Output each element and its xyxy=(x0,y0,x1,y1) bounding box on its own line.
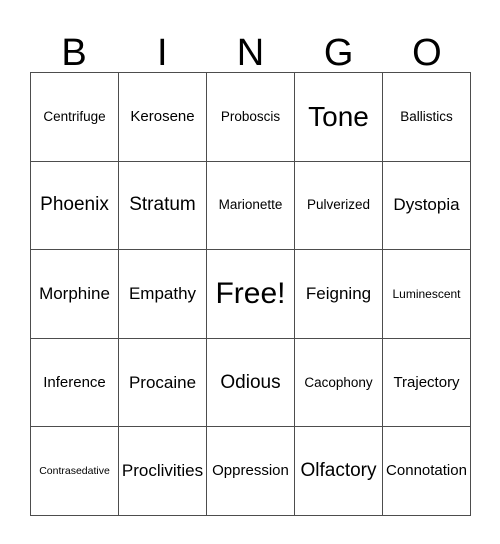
bingo-cell[interactable]: Olfactory xyxy=(295,427,383,516)
bingo-cell[interactable]: Oppression xyxy=(207,427,295,516)
bingo-cell-label: Oppression xyxy=(212,462,289,480)
bingo-cell[interactable]: Cacophony xyxy=(295,338,383,428)
bingo-cell-free[interactable]: Free! xyxy=(207,250,295,339)
bingo-cell-label: Connotation xyxy=(386,462,467,480)
bingo-cell-label: Contrasedative xyxy=(39,464,110,477)
bingo-cell[interactable]: Marionette xyxy=(207,161,295,251)
bingo-cell-label: Procaine xyxy=(128,372,197,392)
bingo-cell-label: Free! xyxy=(215,277,286,311)
bingo-cell-label: Olfactory xyxy=(300,460,377,482)
bingo-cell-label: Inference xyxy=(43,373,106,391)
bingo-cell-label: Tone xyxy=(308,101,369,133)
bingo-cell[interactable]: Pulverized xyxy=(295,161,383,251)
bingo-header-letter-b: B xyxy=(61,32,87,74)
bingo-cell[interactable]: Trajectory xyxy=(383,338,471,428)
bingo-cell-label: Dystopia xyxy=(393,195,460,215)
bingo-cell[interactable]: Phoenix xyxy=(31,161,119,251)
bingo-card: B I N G O Centrifuge Kerosene Proboscis Ton… xyxy=(0,0,500,544)
bingo-header-letter-n: N xyxy=(236,32,265,74)
bingo-cell[interactable]: Tone xyxy=(295,73,383,162)
bingo-cell-label: Luminescent xyxy=(392,286,461,301)
bingo-cell[interactable]: Feigning xyxy=(295,250,383,339)
bingo-cell[interactable]: Inference xyxy=(31,338,119,428)
bingo-cell-label: Stratum xyxy=(129,194,196,216)
bingo-cell-label: Phoenix xyxy=(40,194,109,216)
bingo-header-letter-g: G xyxy=(323,32,354,74)
bingo-cell-label: Cacophony xyxy=(304,374,373,390)
bingo-cell-label: Feigning xyxy=(305,284,372,304)
bingo-cell[interactable]: Empathy xyxy=(119,250,207,339)
bingo-header-row: B I N G O xyxy=(30,14,471,72)
bingo-cell[interactable]: Stratum xyxy=(119,161,207,251)
bingo-cell-label: Trajectory xyxy=(393,373,460,391)
bingo-grid: Centrifuge Kerosene Proboscis Tone Ballistic… xyxy=(30,72,471,516)
bingo-cell-label: Proclivities xyxy=(121,461,204,481)
bingo-cell-label: Marionette xyxy=(218,197,283,213)
bingo-cell-label: Pulverized xyxy=(306,197,371,213)
bingo-cell-label: Odious xyxy=(220,371,281,393)
bingo-cell[interactable]: Centrifuge xyxy=(31,73,119,162)
bingo-cell[interactable]: Proclivities xyxy=(119,427,207,516)
bingo-cell[interactable]: Odious xyxy=(207,338,295,428)
bingo-cell-label: Empathy xyxy=(128,284,197,304)
bingo-cell[interactable]: Procaine xyxy=(119,338,207,428)
bingo-cell-label: Proboscis xyxy=(220,108,281,124)
bingo-header-letter-o: O xyxy=(412,32,442,74)
bingo-cell-label: Morphine xyxy=(39,284,110,304)
bingo-cell-label: Kerosene xyxy=(130,107,195,125)
bingo-cell[interactable]: Dystopia xyxy=(383,161,471,251)
bingo-header-letter-i: I xyxy=(157,32,168,74)
bingo-cell[interactable]: Kerosene xyxy=(119,73,207,162)
bingo-cell[interactable]: Contrasedative xyxy=(31,427,119,516)
bingo-cell[interactable]: Morphine xyxy=(31,250,119,339)
bingo-cell[interactable]: Proboscis xyxy=(207,73,295,162)
bingo-cell[interactable]: Connotation xyxy=(383,427,471,516)
bingo-cell-label: Centrifuge xyxy=(43,108,106,124)
bingo-cell[interactable]: Luminescent xyxy=(383,250,471,339)
bingo-cell-label: Ballistics xyxy=(400,108,453,124)
bingo-cell[interactable]: Ballistics xyxy=(383,73,471,162)
